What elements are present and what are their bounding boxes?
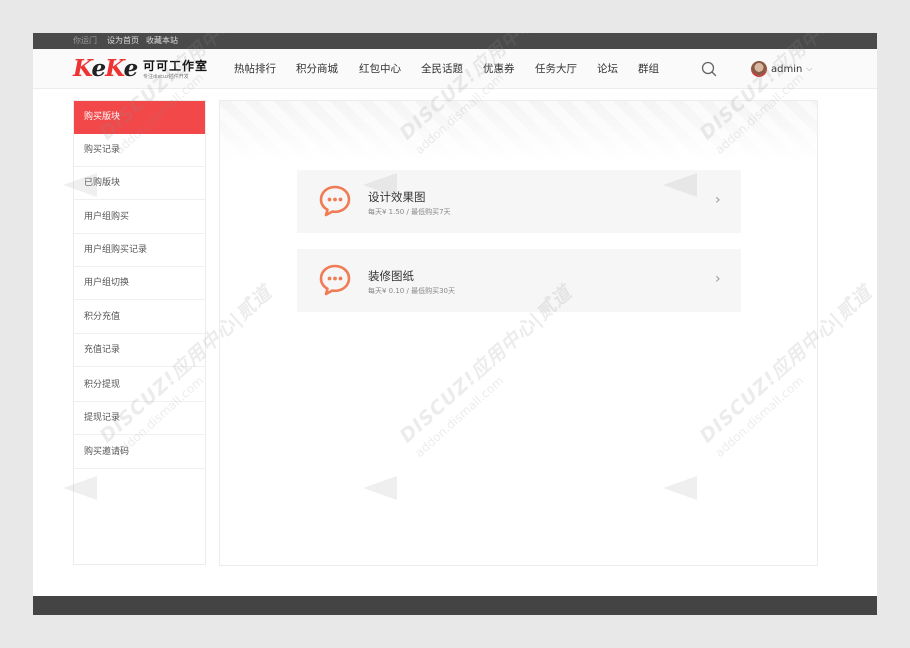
user-menu[interactable]: admin ⌵ (751, 61, 812, 77)
nav-item-points-mall[interactable]: 积分商城 (296, 62, 338, 76)
nav-item-topics[interactable]: 全民话题 (421, 62, 463, 76)
page-frame: 你运门 设为首页 收藏本站 KeKe 可可工作室 专注discuz插件开发 热帖… (33, 33, 877, 615)
chat-bubble-icon (319, 185, 351, 217)
card-price-meta: 每天¥ 0.10 / 最低购买30天 (368, 287, 455, 295)
logo-subtitle: 专注discuz插件开发 (143, 74, 189, 80)
sidebar-item-purchased-forums[interactable]: 已购版块 (74, 167, 205, 200)
sidebar-item-withdraw-records[interactable]: 提现记录 (74, 402, 205, 435)
main-content: 设计效果图 每天¥ 1.50 / 最低购买7天 › 装修图纸 每天¥ 0.10 … (219, 100, 818, 566)
nav-item-groups[interactable]: 群组 (638, 62, 659, 76)
logo-name: 可可工作室 (143, 59, 209, 73)
nav-item-coupons[interactable]: 优惠券 (483, 62, 515, 76)
chevron-right-icon[interactable]: › (715, 271, 721, 287)
sidebar-item-usergroup-records[interactable]: 用户组购买记录 (74, 234, 205, 267)
sidebar: 购买版块 购买记录 已购版块 用户组购买 用户组购买记录 用户组切换 积分充值 … (73, 100, 206, 565)
topbar-link-set-homepage[interactable]: 设为首页 (107, 35, 139, 47)
username[interactable]: admin (771, 64, 802, 75)
site-header: KeKe 可可工作室 专注discuz插件开发 热帖排行 积分商城 红包中心 全… (33, 49, 877, 89)
sidebar-item-buy-usergroup[interactable]: 用户组购买 (74, 201, 205, 234)
sidebar-item-switch-usergroup[interactable]: 用户组切换 (74, 267, 205, 300)
sidebar-item-buy-forum[interactable]: 购买版块 (74, 101, 205, 134)
card-title: 设计效果图 (368, 190, 426, 204)
logo-mark: KeKe (73, 55, 138, 82)
topbar-link-portal[interactable]: 你运门 (73, 35, 97, 47)
nav-item-tasks[interactable]: 任务大厅 (535, 62, 577, 76)
sidebar-item-recharge[interactable]: 积分充值 (74, 301, 205, 334)
site-footer (33, 596, 877, 615)
sidebar-item-purchase-records[interactable]: 购买记录 (74, 134, 205, 167)
sidebar-item-buy-invite-code[interactable]: 购买邀请码 (74, 436, 205, 469)
forum-card[interactable]: 装修图纸 每天¥ 0.10 / 最低购买30天 › (297, 249, 741, 312)
site-logo[interactable]: KeKe 可可工作室 专注discuz插件开发 (73, 56, 213, 84)
avatar[interactable] (751, 61, 767, 77)
card-price-meta: 每天¥ 1.50 / 最低购买7天 (368, 208, 451, 216)
nav-item-forum[interactable]: 论坛 (597, 62, 618, 76)
search-icon[interactable] (701, 61, 717, 77)
nav-item-hot-posts[interactable]: 热帖排行 (234, 62, 276, 76)
sidebar-item-recharge-records[interactable]: 充值记录 (74, 334, 205, 367)
chat-bubble-icon (319, 264, 351, 296)
topbar-link-bookmark[interactable]: 收藏本站 (146, 35, 178, 47)
nav-item-red-packet[interactable]: 红包中心 (359, 62, 401, 76)
top-utility-bar: 你运门 设为首页 收藏本站 (33, 33, 877, 49)
sidebar-item-withdraw[interactable]: 积分提现 (74, 369, 205, 402)
card-title: 装修图纸 (368, 269, 414, 283)
chevron-down-icon[interactable]: ⌵ (806, 64, 812, 74)
decorative-banner (220, 101, 817, 161)
chevron-right-icon[interactable]: › (715, 192, 721, 208)
forum-card[interactable]: 设计效果图 每天¥ 1.50 / 最低购买7天 › (297, 170, 741, 233)
